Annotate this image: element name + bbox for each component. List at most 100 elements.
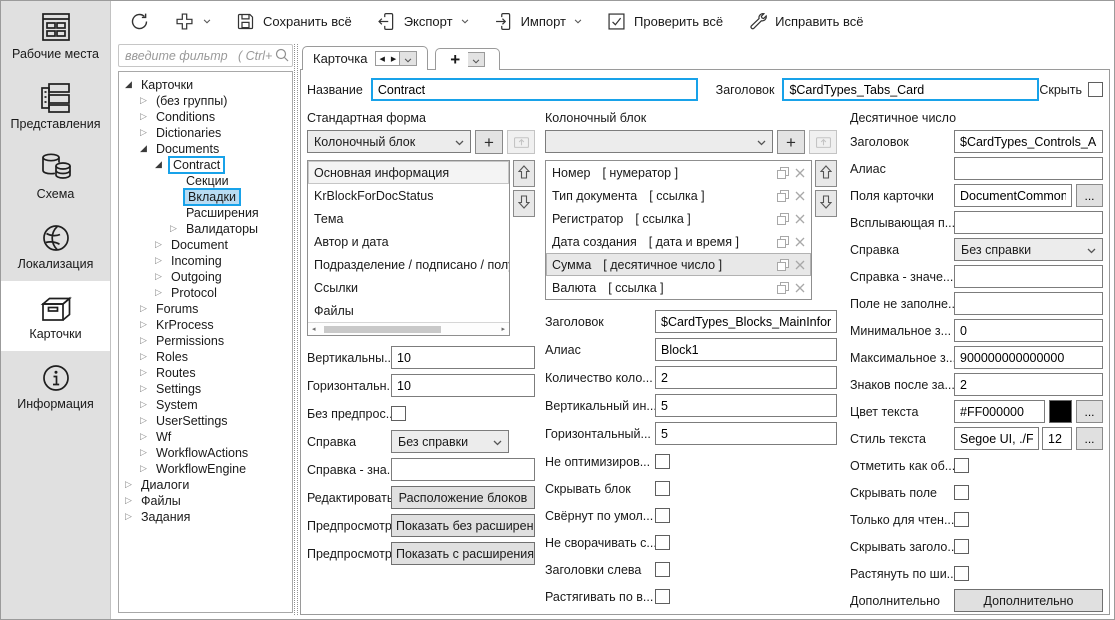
tree-expander-icon[interactable]: ▷ (140, 369, 153, 378)
blocks-list-item[interactable]: Основная информация (308, 161, 509, 184)
control-type-combo[interactable] (545, 130, 773, 153)
tree-expander-icon[interactable]: ▷ (155, 273, 168, 282)
tree-item-outgoing[interactable]: ▷Outgoing (123, 269, 292, 285)
tree-expander-icon[interactable]: ▷ (140, 97, 153, 106)
control-caption-input[interactable] (954, 130, 1103, 153)
tree-item-валидаторы[interactable]: ▷Валидаторы (123, 221, 292, 237)
control-alias-input[interactable] (954, 157, 1103, 180)
tree-expander-icon[interactable]: ▷ (140, 129, 153, 138)
tree-item-document[interactable]: ▷Document (123, 237, 292, 253)
columns-count-input[interactable] (655, 366, 837, 389)
tree-item-workflowactions[interactable]: ▷WorkflowActions (123, 445, 292, 461)
tree-item-dictionaries[interactable]: ▷Dictionaries (123, 125, 292, 141)
tree-item-wf[interactable]: ▷Wf (123, 429, 292, 445)
delete-icon[interactable] (795, 191, 805, 201)
tree-item-system[interactable]: ▷System (123, 397, 292, 413)
tree-item-protocol[interactable]: ▷Protocol (123, 285, 292, 301)
tree-item-conditions[interactable]: ▷Conditions (123, 109, 292, 125)
tree-expander-icon[interactable]: ◢ (125, 81, 138, 90)
tree-expander-icon[interactable]: ◢ (140, 145, 153, 154)
check-all-button[interactable]: Проверить всё (606, 11, 723, 32)
arrow-right-icon[interactable]: ▶ (388, 55, 399, 63)
copy-icon[interactable] (777, 236, 789, 248)
text-style-size-input[interactable] (1042, 427, 1072, 450)
tree-expander-icon[interactable]: ▷ (125, 481, 138, 490)
copy-icon[interactable] (777, 213, 789, 225)
sidebar-item-cards[interactable]: Карточки (1, 281, 110, 351)
vertical-spacing-input[interactable] (391, 346, 535, 369)
add-tab-dropdown[interactable] (468, 52, 485, 67)
sidebar-item-workplaces[interactable]: Рабочие места (1, 1, 110, 71)
move-down-button[interactable] (513, 190, 535, 217)
hide-block-checkbox[interactable] (655, 481, 670, 496)
tree-expander-icon[interactable]: ▷ (155, 289, 168, 298)
move-up-button[interactable] (815, 160, 837, 187)
help-value-input[interactable] (391, 458, 535, 481)
move-to-group-button[interactable] (507, 130, 535, 154)
card-fields-ellipsis-button[interactable]: ... (1076, 184, 1103, 207)
tree-item-задания[interactable]: ▷Задания (123, 509, 292, 525)
controls-list-item[interactable]: Дата создания[ дата и время ] (546, 230, 811, 253)
arrow-left-icon[interactable]: ◀ (376, 55, 387, 63)
import-button[interactable]: Импорт (493, 11, 582, 32)
add-control-button[interactable]: + (777, 130, 805, 154)
decimal-places-input[interactable] (954, 373, 1103, 396)
sidebar-item-info[interactable]: Информация (1, 351, 110, 421)
tab-list-dropdown[interactable] (400, 51, 417, 66)
tree-expander-icon[interactable]: ▷ (170, 225, 183, 234)
tree-item-permissions[interactable]: ▷Permissions (123, 333, 292, 349)
tree-expander-icon[interactable]: ▷ (140, 113, 153, 122)
additional-button[interactable]: Дополнительно (954, 589, 1103, 612)
move-down-button[interactable] (815, 190, 837, 217)
blocks-list-item[interactable]: Автор и дата (308, 230, 509, 253)
sidebar-item-schema[interactable]: Схема (1, 141, 110, 211)
control-move-to-group-button[interactable] (809, 130, 837, 154)
collapsed-by-default-checkbox[interactable] (655, 508, 670, 523)
tree-item-documents[interactable]: ◢Documents (123, 141, 292, 157)
max-value-input[interactable] (954, 346, 1103, 369)
tree-expander-icon[interactable]: ▷ (140, 449, 153, 458)
controls-list-item[interactable]: Тип документа[ ссылка ] (546, 184, 811, 207)
hide-field-checkbox[interactable] (954, 485, 969, 500)
text-color-ellipsis-button[interactable]: ... (1076, 400, 1103, 423)
text-color-input[interactable] (954, 400, 1045, 423)
delete-icon[interactable] (795, 237, 805, 247)
block-caption-input[interactable] (655, 310, 837, 333)
delete-icon[interactable] (795, 260, 805, 270)
tree-item-без-группы[interactable]: ▷(без группы) (123, 93, 292, 109)
help-mode-combo[interactable]: Без справки (391, 430, 509, 453)
tree-expander-icon[interactable]: ▷ (140, 385, 153, 394)
tree-expander-icon[interactable]: ▷ (125, 497, 138, 506)
tree-item-krprocess[interactable]: ▷KrProcess (123, 317, 292, 333)
delete-icon[interactable] (795, 214, 805, 224)
copy-icon[interactable] (777, 259, 789, 271)
tree-item-карточки[interactable]: ◢Карточки (123, 77, 292, 93)
fix-all-button[interactable]: Исправить всё (747, 11, 863, 32)
controls-list-item[interactable]: Номер[ нумератор ] (546, 161, 811, 184)
tree-expander-icon[interactable]: ▷ (155, 257, 168, 266)
controls-list-item[interactable]: Валюта[ ссылка ] (546, 276, 811, 299)
tooltip-input[interactable] (954, 211, 1103, 234)
no-preview-checkbox[interactable] (391, 406, 406, 421)
field-not-filled-input[interactable] (954, 292, 1103, 315)
vertical-interval-input[interactable] (655, 394, 837, 417)
tree-item-incoming[interactable]: ▷Incoming (123, 253, 292, 269)
move-up-button[interactable] (513, 160, 535, 187)
min-value-input[interactable] (954, 319, 1103, 342)
blocks-list-item[interactable]: Подразделение / подписано / получа (308, 253, 509, 276)
mark-as-required-checkbox[interactable] (954, 458, 969, 473)
hide-checkbox[interactable] (1088, 82, 1103, 97)
copy-icon[interactable] (777, 190, 789, 202)
tree-expander-icon[interactable]: ▷ (140, 305, 153, 314)
tree-item-секции[interactable]: Секции (123, 173, 292, 189)
stretch-vertically-checkbox[interactable] (655, 589, 670, 604)
tree-item-forums[interactable]: ▷Forums (123, 301, 292, 317)
save-all-button[interactable]: Сохранить всё (235, 11, 352, 32)
add-button[interactable] (174, 11, 211, 32)
tree-item-contract[interactable]: ◢Contract (123, 157, 292, 173)
tree-item-workflowengine[interactable]: ▷WorkflowEngine (123, 461, 292, 477)
tree-expander-icon[interactable]: ▷ (140, 433, 153, 442)
tree-expander-icon[interactable]: ▷ (140, 465, 153, 474)
text-style-ellipsis-button[interactable]: ... (1076, 427, 1103, 450)
delete-icon[interactable] (795, 283, 805, 293)
